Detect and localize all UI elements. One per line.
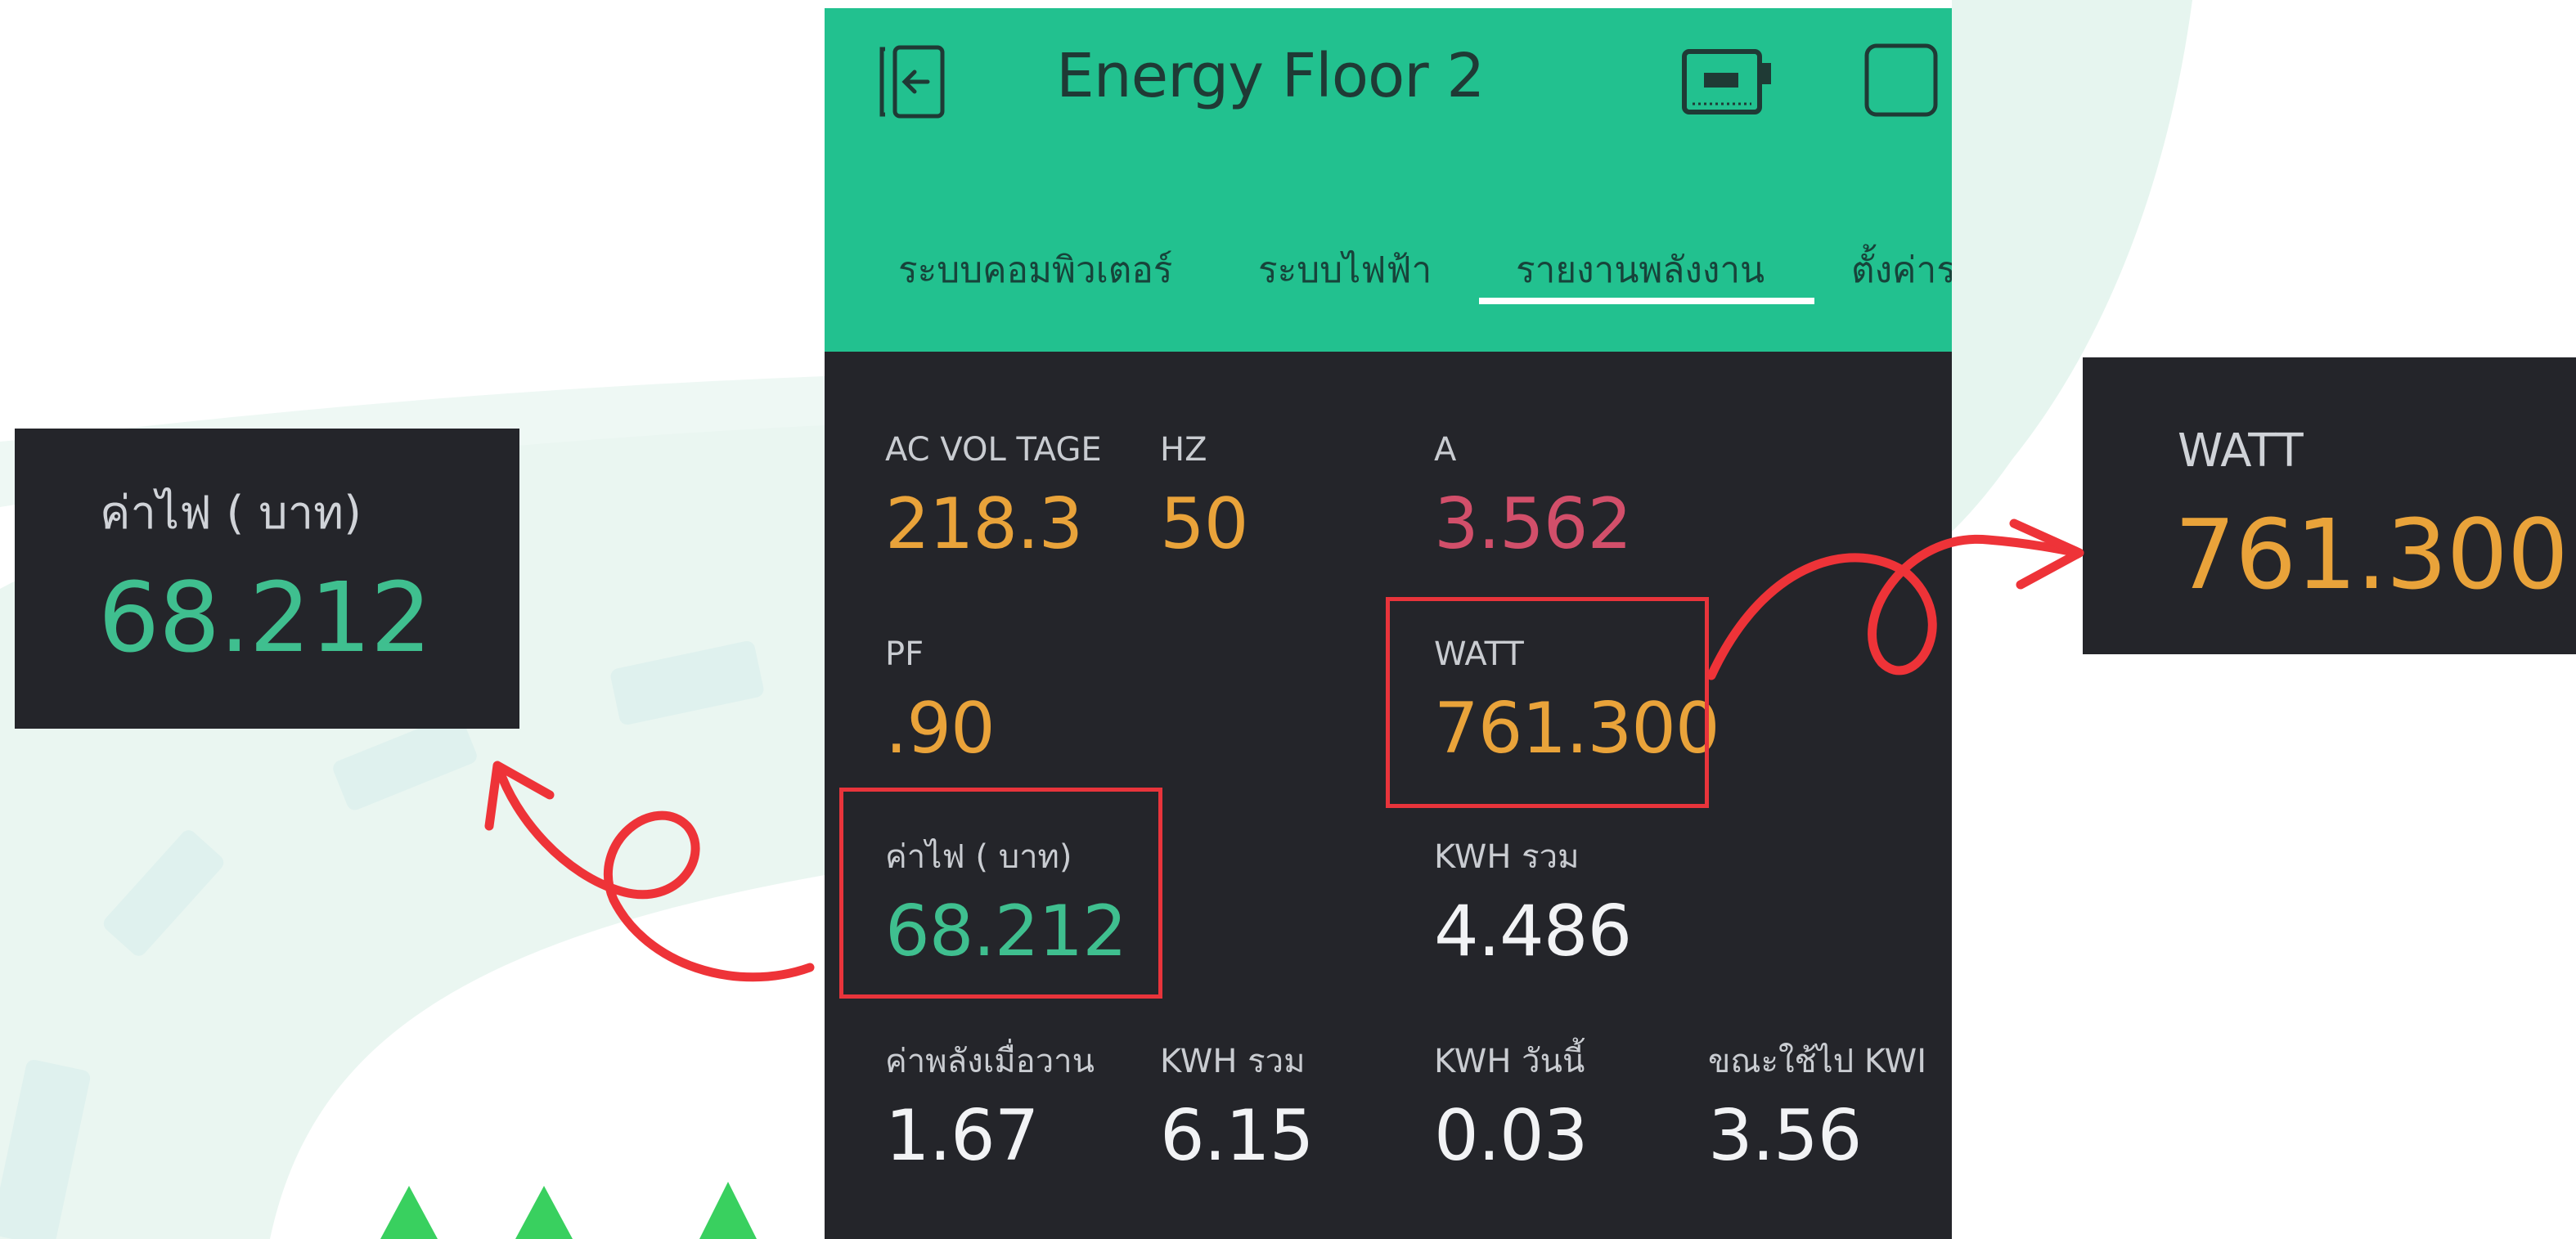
tab-settings[interactable]: ตั้งค่าร (1851, 241, 1952, 299)
kwh-total2-label: KWH รวม (1160, 1043, 1306, 1080)
kwh-total2-widget[interactable]: KWH รวม 6.15 (1160, 1043, 1314, 1177)
cost-callout: ค่าไฟ ( บาท) 68.212 (15, 429, 519, 729)
watt-callout-value: 761.300 (2174, 498, 2569, 611)
kwh-total-label: KWH รวม (1434, 838, 1580, 876)
cost-callout-value: 68.212 (98, 561, 432, 674)
kwh-total-value: 4.486 (1434, 891, 1632, 972)
amp-widget[interactable]: A 3.562 (1434, 431, 1632, 565)
hz-label: HZ (1160, 431, 1207, 469)
app-header: Energy Floor 2 ระบบคอมพิวเตอร์ ระบบไฟฟ้า… (825, 8, 1952, 352)
amp-label: A (1434, 431, 1457, 469)
kwh-today-value: 0.03 (1434, 1095, 1588, 1177)
app-title: Energy Floor 2 (1056, 41, 1485, 111)
voltage-widget[interactable]: AC VOL TAGE 218.3 (885, 433, 1102, 559)
watt-callout-label: WATT (2178, 424, 2304, 478)
using-widget[interactable]: ขณะใช้ไป KWI 3.56 (1708, 1045, 1926, 1171)
yesterday-value: 1.67 (885, 1095, 1039, 1177)
yesterday-widget[interactable]: ค่าพลังเมื่อวาน 1.67 (885, 1045, 1095, 1171)
back-exit-icon[interactable] (874, 41, 955, 123)
pf-label: PF (885, 635, 924, 673)
tab-computer-system[interactable]: ระบบคอมพิวเตอร์ (898, 241, 1172, 299)
tab-electrical-system[interactable]: ระบบไฟฟ้า (1258, 241, 1432, 299)
kwh-today-widget[interactable]: KWH วันนี้ 0.03 (1434, 1043, 1588, 1177)
kwh-total-widget[interactable]: KWH รวม 4.486 (1434, 838, 1632, 972)
tab-energy-report[interactable]: รายงานพลังงาน (1516, 241, 1765, 299)
yesterday-label: ค่าพลังเมื่อวาน (885, 1043, 1095, 1080)
voltage-label: AC VOL TAGE (885, 431, 1102, 469)
kwh-today-label: KWH วันนี้ (1434, 1043, 1585, 1080)
using-value: 3.56 (1708, 1095, 1862, 1177)
cost-callout-label: ค่าไฟ ( บาท) (100, 487, 362, 540)
cost-highlight-box (839, 788, 1162, 999)
voltage-value: 218.3 (885, 483, 1083, 565)
amp-value: 3.562 (1434, 483, 1632, 565)
hz-widget[interactable]: HZ 50 (1160, 433, 1248, 559)
hz-value: 50 (1160, 483, 1248, 565)
pf-widget[interactable]: PF .90 (885, 635, 996, 770)
watt-highlight-box (1386, 597, 1709, 808)
watt-callout: WATT 761.300 (2083, 357, 2576, 654)
device-board-icon[interactable] (1679, 45, 1774, 119)
kwh-total2-value: 6.15 (1160, 1095, 1314, 1177)
square-icon[interactable] (1863, 43, 1939, 118)
active-tab-indicator (1479, 298, 1814, 304)
using-label: ขณะใช้ไป KWI (1708, 1043, 1926, 1080)
pf-value: .90 (885, 688, 996, 770)
